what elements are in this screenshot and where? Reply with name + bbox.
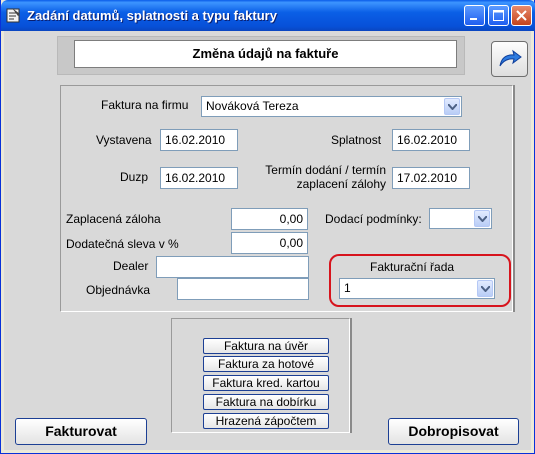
series-select-arrow[interactable] xyxy=(477,280,493,297)
discount-input[interactable]: 0,00 xyxy=(231,232,308,254)
order-input[interactable] xyxy=(177,278,309,300)
delivery-term-label-line1: Termín dodání / termín xyxy=(265,163,386,177)
invoice-button[interactable]: Fakturovat xyxy=(15,418,147,445)
due-label: Splatnost xyxy=(331,133,382,147)
delivery-conditions-arrow[interactable] xyxy=(474,210,490,227)
invoice-credit-button[interactable]: Faktura na úvěr xyxy=(203,338,329,354)
minimize-button[interactable] xyxy=(464,5,485,26)
dealer-label: Dealer xyxy=(113,259,149,273)
company-select[interactable]: Nováková Tereza xyxy=(201,96,462,117)
chevron-down-icon xyxy=(481,286,490,292)
delivery-term-label: Termín dodání / termín zaplacení zálohy xyxy=(255,163,386,191)
series-select[interactable]: 1 xyxy=(339,278,495,299)
invoice-offset-button[interactable]: Hrazená zápočtem xyxy=(203,413,329,429)
blue-arrow-icon xyxy=(499,49,522,67)
minimize-icon xyxy=(470,18,477,20)
dealer-input[interactable] xyxy=(156,256,309,278)
delivery-term-input[interactable]: 17.02.2010 xyxy=(392,167,470,189)
delivery-term-label-line2: zaplacení zálohy xyxy=(296,177,386,191)
chevron-down-icon xyxy=(478,216,487,222)
company-select-value: Nováková Tereza xyxy=(206,99,299,113)
invoice-app-icon xyxy=(6,8,20,23)
invoice-cash-button[interactable]: Faktura za hotové xyxy=(203,356,329,372)
advance-input[interactable]: 0,00 xyxy=(231,208,308,230)
discount-label: Dodatečná sleva v % xyxy=(66,237,179,251)
delivery-conditions-select[interactable] xyxy=(429,208,492,229)
due-date-input[interactable]: 16.02.2010 xyxy=(392,129,470,151)
duzp-date-input[interactable]: 16.02.2010 xyxy=(160,167,238,189)
invoice-cod-button[interactable]: Faktura na dobírku xyxy=(203,394,329,410)
series-select-value: 1 xyxy=(344,281,351,295)
panel-shadow xyxy=(513,85,515,312)
invoice-card-button[interactable]: Faktura kred. kartou xyxy=(203,375,329,391)
invoice-type-panel-shadow xyxy=(350,318,352,433)
close-button[interactable] xyxy=(511,5,532,26)
window-title: Zadání datumů, splatnosti a typu faktury xyxy=(27,8,277,23)
order-label: Objednávka xyxy=(86,283,151,297)
chevron-down-icon xyxy=(448,104,457,110)
issued-label: Vystavena xyxy=(96,133,152,147)
maximize-icon xyxy=(493,10,504,21)
close-icon xyxy=(516,10,527,21)
series-label: Fakturační řada xyxy=(370,260,455,274)
delivery-conditions-label: Dodací podmínky: xyxy=(325,212,422,226)
issued-date-input[interactable]: 16.02.2010 xyxy=(160,129,238,151)
duzp-label: Duzp xyxy=(120,170,149,184)
company-select-arrow[interactable] xyxy=(444,98,460,115)
credit-note-button[interactable]: Dobropisovat xyxy=(388,418,519,445)
refresh-button[interactable] xyxy=(491,41,528,77)
maximize-button[interactable] xyxy=(488,5,509,26)
title-bar[interactable]: Zadání datumů, splatnosti a typu faktury xyxy=(1,0,535,31)
header-title: Změna údajů na faktuře xyxy=(74,40,457,68)
advance-label: Zaplacená záloha xyxy=(66,212,161,226)
company-label: Faktura na firmu xyxy=(101,98,189,112)
